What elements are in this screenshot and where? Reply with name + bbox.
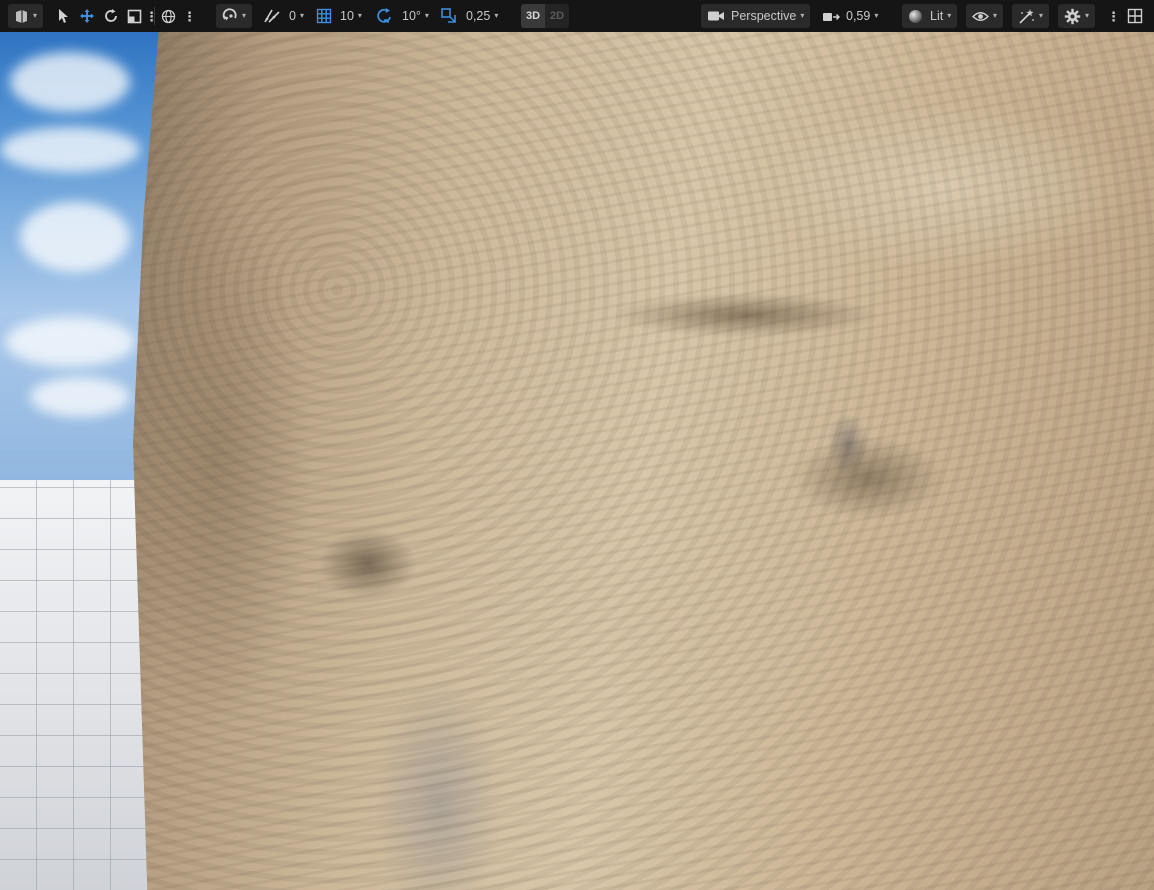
move-gizmo-icon	[79, 8, 95, 24]
rotation-snap-icon	[376, 7, 394, 25]
lighting-mode-label: Lit	[930, 9, 944, 23]
show-flags-dropdown[interactable]: ▾	[1012, 4, 1050, 28]
select-arrow-icon	[56, 8, 70, 24]
chevron-down-icon: ▾	[33, 11, 38, 20]
viewport-toolbar: ▾ ⋮ ⋮ ▾ 0 ▾ 10 ▾ 10° ▾ 0,25 ▾ 3D 2D Pers…	[0, 0, 1154, 32]
chevron-down-icon: ▾	[494, 11, 499, 20]
view-mode-label: Perspective	[731, 9, 797, 23]
angle-snap-value: 0	[289, 9, 296, 23]
show-dropdown[interactable]: ▾	[966, 4, 1004, 28]
cloud	[10, 52, 130, 112]
chevron-down-icon: ▾	[357, 11, 362, 20]
angle-snap-dropdown[interactable]: 0 ▾	[260, 4, 307, 28]
camera-icon	[707, 9, 725, 23]
lit-sphere-icon	[908, 9, 923, 24]
more-vertical-icon: ⋮	[183, 8, 196, 24]
scale-snap-dropdown[interactable]: 0,25 ▾	[437, 4, 501, 28]
chevron-down-icon: ▾	[800, 11, 805, 20]
camera-speed-value: 0,59	[846, 9, 871, 23]
layout-grid-icon	[1127, 8, 1143, 24]
chevron-down-icon: ▾	[993, 11, 998, 20]
surface-snapping-button[interactable]: ▾	[216, 4, 253, 28]
rotation-snap-dropdown[interactable]: 10° ▾	[373, 4, 432, 28]
cloud	[30, 377, 130, 417]
surface-snap-icon	[222, 8, 238, 24]
camera-speed-dropdown[interactable]: 0,59 ▾	[819, 4, 881, 28]
chevron-down-icon: ▾	[424, 11, 429, 20]
move-tool-button[interactable]	[76, 4, 98, 28]
camera-speed-icon	[822, 9, 840, 24]
world-space-icon	[161, 9, 176, 24]
stone-wall-texture-detail	[133, 32, 1154, 890]
viewport-more-options-button[interactable]: ⋮	[1104, 4, 1123, 28]
more-vertical-icon: ⋮	[1107, 8, 1120, 24]
level-viewport[interactable]: ▾ ⋮ ⋮ ▾ 0 ▾ 10 ▾ 10° ▾ 0,25 ▾ 3D 2D Pers…	[0, 0, 1154, 890]
angle-snap-icon	[263, 8, 281, 24]
coordinate-system-button[interactable]: ⋮	[158, 4, 199, 28]
mode-2d-button[interactable]: 2D	[545, 4, 569, 28]
chevron-down-icon: ▾	[874, 11, 879, 20]
rotate-icon	[103, 8, 119, 24]
viewport-layout-button[interactable]	[1124, 4, 1146, 28]
viewport-settings-dropdown[interactable]: ▾	[1058, 4, 1096, 28]
scale-snap-icon	[440, 7, 458, 25]
perspective-view-icon	[14, 9, 29, 24]
chevron-down-icon: ▾	[1039, 11, 1044, 20]
toolbar-divider	[154, 7, 155, 25]
dimension-toggle[interactable]: 3D 2D	[521, 4, 569, 28]
show-flags-icon	[1018, 8, 1035, 25]
chevron-down-icon: ▾	[299, 11, 304, 20]
viewport-options-dropdown[interactable]: ▾	[8, 4, 44, 28]
viewport-scene[interactable]	[0, 32, 1154, 890]
settings-gear-icon	[1064, 8, 1081, 25]
cloud	[0, 127, 140, 172]
rotate-tool-button[interactable]	[100, 4, 122, 28]
grid-snap-icon	[316, 8, 332, 24]
rotation-snap-value: 10°	[402, 9, 421, 23]
cloud	[5, 317, 135, 367]
cloud	[20, 202, 130, 272]
chevron-down-icon: ▾	[947, 11, 952, 20]
more-vertical-icon: ⋮	[145, 8, 158, 24]
eye-icon	[972, 10, 989, 23]
select-tool-button[interactable]	[53, 4, 73, 28]
scale-icon	[127, 9, 142, 24]
grid-snap-value: 10	[340, 9, 354, 23]
scale-snap-value: 0,25	[466, 9, 491, 23]
mode-3d-button[interactable]: 3D	[521, 4, 545, 28]
chevron-down-icon: ▾	[242, 11, 247, 20]
lighting-mode-dropdown[interactable]: Lit ▾	[902, 4, 958, 28]
chevron-down-icon: ▾	[1085, 11, 1090, 20]
view-mode-dropdown[interactable]: Perspective ▾	[701, 4, 811, 28]
grid-snap-dropdown[interactable]: 10 ▾	[313, 4, 365, 28]
